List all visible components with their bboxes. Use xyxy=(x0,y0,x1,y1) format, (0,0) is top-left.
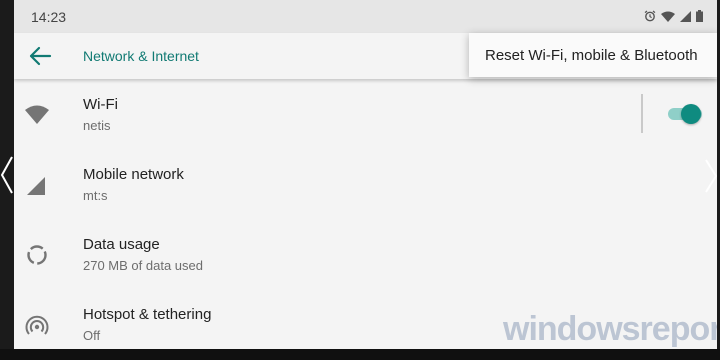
bottom-strip xyxy=(0,349,720,360)
status-icons xyxy=(644,10,703,22)
wifi-icon xyxy=(661,11,675,22)
list-item-subtitle: netis xyxy=(83,118,111,133)
alarm-icon xyxy=(644,10,656,22)
wifi-icon xyxy=(24,102,50,128)
toggle-divider xyxy=(641,94,643,133)
toggle-thumb xyxy=(681,104,701,124)
list-item-mobile-network[interactable]: Mobile network mt:s xyxy=(14,150,717,220)
menu-item-reset-network[interactable]: Reset Wi-Fi, mobile & Bluetooth xyxy=(485,47,698,64)
status-bar: 14:23 xyxy=(14,0,717,33)
battery-icon xyxy=(696,10,703,22)
list-item-title: Hotspot & tethering xyxy=(83,306,212,323)
phone-screen: 14:23 Network & Internet Wi-Fi netis Mob… xyxy=(14,0,717,349)
overflow-menu: Reset Wi-Fi, mobile & Bluetooth xyxy=(469,33,717,77)
status-time: 14:23 xyxy=(31,9,67,25)
signal-icon xyxy=(24,172,50,198)
list-item-title: Data usage xyxy=(83,236,160,253)
list-item-data-usage[interactable]: Data usage 270 MB of data used xyxy=(14,220,717,290)
watermark: windowsreport xyxy=(503,310,717,348)
signal-icon xyxy=(680,10,691,22)
hotspot-icon xyxy=(24,312,50,338)
arrow-left-icon xyxy=(28,46,54,71)
chevron-left-icon[interactable] xyxy=(0,155,14,195)
list-item-subtitle: mt:s xyxy=(83,188,108,203)
list-item-subtitle: Off xyxy=(83,328,101,343)
wifi-toggle[interactable] xyxy=(668,103,702,125)
chevron-right-icon[interactable] xyxy=(704,158,717,194)
list-item-wifi[interactable]: Wi-Fi netis xyxy=(14,80,717,150)
page-title: Network & Internet xyxy=(83,48,199,64)
back-button[interactable] xyxy=(28,45,54,67)
list-item-title: Mobile network xyxy=(83,166,184,183)
list-item-subtitle: 270 MB of data used xyxy=(83,258,203,273)
list-item-title: Wi-Fi xyxy=(83,96,118,113)
data-usage-icon xyxy=(24,242,50,268)
